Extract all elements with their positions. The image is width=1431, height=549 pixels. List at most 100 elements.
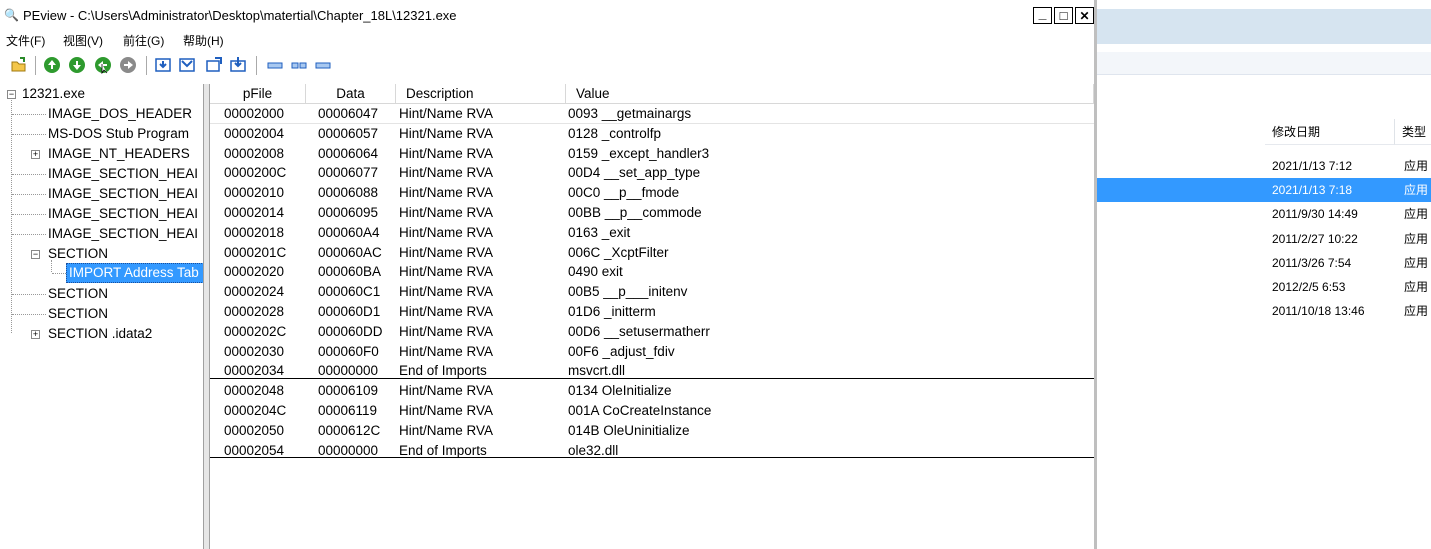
value-cell: 001A CoCreateInstance	[568, 403, 712, 418]
value-cell: 0093 __getmainargs	[568, 106, 692, 121]
table-row[interactable]: 0000204C 00006119 Hint/Name RVA 001A CoCrea…	[210, 401, 1094, 421]
column-header-value[interactable]: Value	[566, 84, 1094, 104]
data-cell: 00006064	[318, 145, 379, 161]
collapse-icon[interactable]: −	[31, 250, 40, 259]
tree-item[interactable]: SECTION	[48, 304, 108, 324]
title-bar[interactable]: 🔍 PEview - C:\Users\Administrator\Deskto…	[0, 0, 1094, 30]
modified-date-cell: 2011/3/26 7:54	[1272, 255, 1352, 270]
table-row[interactable]: 00002008 00006064 Hint/Name RVA 0159 _excep…	[210, 144, 1094, 164]
value-cell: 00C0 __p__fmode	[568, 185, 680, 201]
pfile-cell: 00002008	[224, 145, 285, 161]
maximize-button[interactable]: □	[1054, 7, 1073, 24]
back-icon[interactable]	[68, 56, 86, 74]
explorer-row[interactable]: 2011/9/30 14:49 应用	[1097, 202, 1431, 226]
view-data-icon[interactable]	[178, 56, 196, 74]
description-cell: Hint/Name RVA	[399, 343, 494, 359]
table-row[interactable]: 00002014 00006095 Hint/Name RVA 00BB __p__c…	[210, 203, 1094, 223]
tree-line	[12, 174, 46, 175]
pfile-cell: 0000204C	[224, 403, 287, 418]
column-header-pfile[interactable]: pFile	[210, 84, 306, 104]
menu-view[interactable]: 视图(V)	[63, 32, 103, 49]
tree-item-selected[interactable]: IMPORT Address Tab	[66, 263, 204, 283]
explorer-row[interactable]: 2011/2/27 10:22 应用	[1097, 227, 1431, 251]
description-cell: Hint/Name RVA	[399, 304, 494, 319]
value-cell: 0163 _exit	[568, 224, 631, 240]
pfile-cell: 0000201C	[224, 244, 287, 260]
collapse-icon[interactable]: −	[7, 90, 16, 99]
table-row[interactable]: 00002004 00006057 Hint/Name RVA 0128 _contr…	[210, 124, 1094, 144]
explorer-titlebar	[1097, 0, 1431, 9]
explorer-row[interactable]: 2012/2/5 6:53 应用	[1097, 275, 1431, 299]
column-header-type[interactable]: 类型	[1395, 119, 1431, 145]
tree-item[interactable]: IMAGE_SECTION_HEAI	[48, 184, 198, 204]
toolbar-separator	[146, 56, 147, 75]
column-header-description[interactable]: Description	[396, 84, 566, 104]
close-button[interactable]: ✕	[1075, 7, 1094, 24]
tree-line	[12, 114, 46, 115]
tree-root[interactable]: 12321.exe	[22, 84, 85, 104]
view-word-icon[interactable]	[290, 56, 308, 74]
type-cell: 应用	[1404, 207, 1429, 222]
explorer-row[interactable]: 2011/10/18 13:46 应用	[1097, 299, 1431, 323]
value-cell: 006C _XcptFilter	[568, 244, 669, 260]
up-icon[interactable]	[94, 56, 112, 74]
next-icon[interactable]	[119, 56, 137, 74]
table-row[interactable]: 00002010 00006088 Hint/Name RVA 00C0 __p__f…	[210, 183, 1094, 203]
expand-icon[interactable]: +	[31, 150, 40, 159]
minimize-button[interactable]: _	[1033, 5, 1052, 24]
tree-item[interactable]: MS-DOS Stub Program	[48, 124, 189, 144]
tree-item[interactable]: IMAGE_SECTION_HEAI	[48, 164, 198, 184]
menu-go[interactable]: 前往(G)	[123, 32, 164, 49]
table-row[interactable]: 00002020 000060BA Hint/Name RVA 0490 exit	[210, 262, 1094, 282]
tree-item[interactable]: SECTION .idata2	[48, 324, 152, 344]
table-row[interactable]: 00002030 000060F0 Hint/Name RVA 00F6 _adjus…	[210, 342, 1094, 362]
view-tree-icon[interactable]	[154, 56, 172, 74]
column-header-data[interactable]: Data	[306, 84, 396, 104]
tree-item[interactable]: IMAGE_SECTION_HEAI	[48, 204, 198, 224]
table-row[interactable]: 00002018 000060A4 Hint/Name RVA 0163 _exit	[210, 223, 1094, 243]
tree-item[interactable]: IMAGE_SECTION_HEAI	[48, 224, 198, 244]
value-cell: 0134 OleInitialize	[568, 383, 672, 399]
open-icon[interactable]	[10, 56, 28, 74]
description-cell: Hint/Name RVA	[399, 422, 494, 438]
explorer-row-selected[interactable]: 2021/1/13 7:18 应用	[1097, 178, 1431, 203]
data-cell: 00006095	[318, 205, 379, 220]
view-import-icon[interactable]	[229, 56, 247, 74]
table-row[interactable]: 00002050 0000612C Hint/Name RVA 014B OleUni…	[210, 421, 1094, 441]
modified-date-cell: 2011/2/27 10:22	[1272, 231, 1358, 246]
view-dword-icon[interactable]	[314, 56, 332, 74]
menu-file[interactable]: 文件(F)	[6, 32, 45, 49]
table-row[interactable]: 0000202C 000060DD Hint/Name RVA 00D6 __setu…	[210, 322, 1094, 342]
data-cell: 000060AC	[318, 244, 382, 260]
expand-icon[interactable]: +	[31, 330, 40, 339]
data-cell: 000060D1	[318, 304, 381, 319]
value-cell: 00D6 __setusermatherr	[568, 323, 710, 339]
view-export-icon[interactable]	[205, 56, 223, 74]
description-cell: Hint/Name RVA	[399, 323, 494, 339]
value-cell: 00D4 __set_app_type	[568, 165, 701, 181]
table-row[interactable]: 00002048 00006109 Hint/Name RVA 0134 OleIni…	[210, 381, 1094, 401]
modified-date-cell: 2021/1/13 7:18	[1272, 183, 1353, 198]
table-row[interactable]: 0000200C 00006077 Hint/Name RVA 00D4 __set_…	[210, 163, 1094, 183]
tree-line	[12, 314, 46, 315]
pane-splitter[interactable]	[203, 84, 210, 549]
explorer-row[interactable]: 2021/1/13 7:12 应用	[1097, 154, 1431, 178]
table-row[interactable]: 00002000 00006047 Hint/Name RVA 0093 __getm…	[210, 104, 1094, 124]
column-header-modified-date[interactable]: 修改日期	[1265, 119, 1395, 145]
table-row[interactable]: 0000201C 000060AC Hint/Name RVA 006C _XcptF…	[210, 243, 1094, 263]
table-row[interactable]: 00002028 000060D1 Hint/Name RVA 01D6 _initt…	[210, 302, 1094, 322]
forward-icon[interactable]	[43, 56, 61, 74]
tree-item[interactable]: SECTION	[48, 244, 108, 264]
view-hex-icon[interactable]	[266, 56, 284, 74]
value-cell: 00BB __p__commode	[568, 205, 702, 220]
modified-date-cell: 2011/9/30 14:49	[1272, 207, 1358, 222]
description-cell: Hint/Name RVA	[399, 403, 494, 418]
explorer-row[interactable]: 2011/3/26 7:54 应用	[1097, 251, 1431, 275]
type-cell: 应用	[1404, 159, 1429, 173]
menu-help[interactable]: 帮助(H)	[183, 32, 224, 49]
tree-item[interactable]: IMAGE_NT_HEADERS	[48, 144, 190, 164]
type-cell: 应用	[1404, 183, 1429, 198]
tree-item[interactable]: SECTION	[48, 284, 108, 304]
tree-item[interactable]: IMAGE_DOS_HEADER	[48, 104, 192, 124]
table-row[interactable]: 00002024 000060C1 Hint/Name RVA 00B5 __p___…	[210, 282, 1094, 302]
